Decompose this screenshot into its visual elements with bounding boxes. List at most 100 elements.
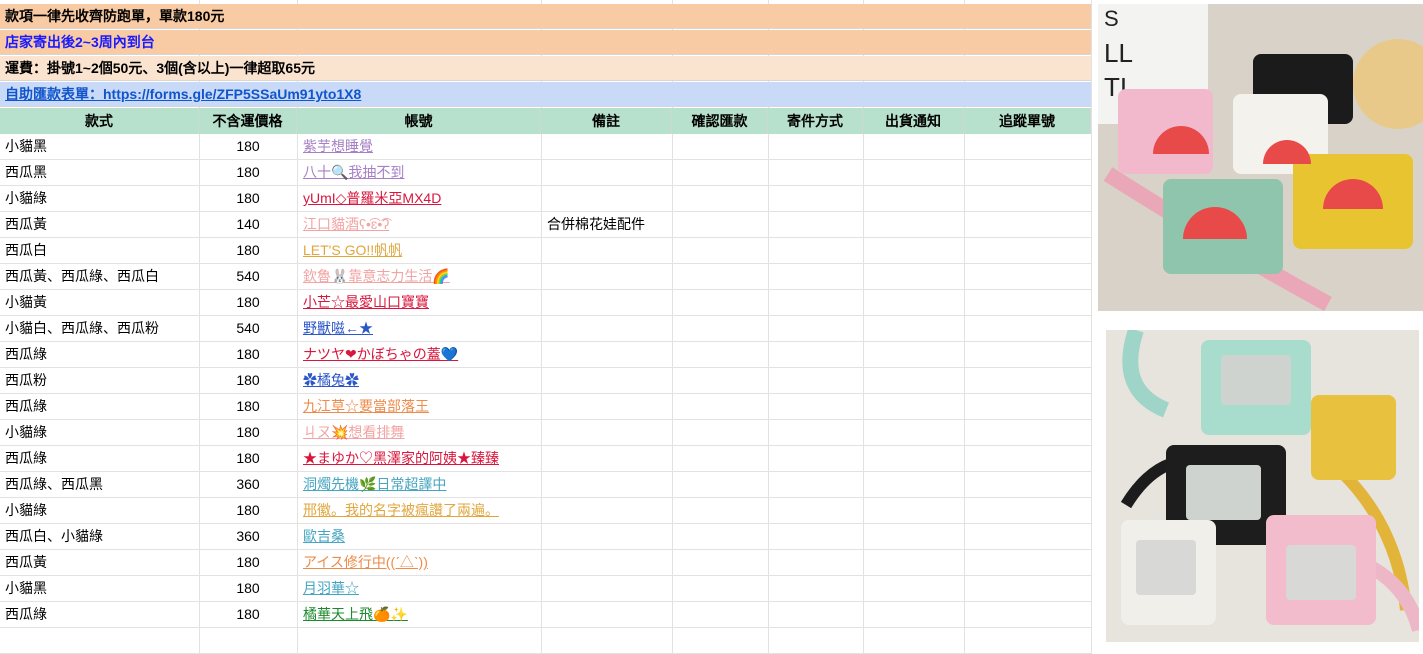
note-cell[interactable] xyxy=(541,498,672,523)
style-cell[interactable]: 小貓黑 xyxy=(0,134,199,159)
note-cell[interactable] xyxy=(541,446,672,471)
table-row: 西瓜黃、西瓜綠、西瓜白 540 欽魯🐰靠意志力生活🌈 xyxy=(0,264,1091,290)
account-cell[interactable]: ナツヤ❤かぼちゃの蓋💙 xyxy=(297,342,541,367)
price-cell[interactable]: 180 xyxy=(199,446,297,471)
table-row: 小貓白、西瓜綠、西瓜粉 540 野獸嗞←★ xyxy=(0,316,1091,342)
style-cell[interactable]: 西瓜綠 xyxy=(0,602,199,627)
style-cell[interactable]: 小貓白、西瓜綠、西瓜粉 xyxy=(0,316,199,341)
price-notice-banner[interactable]: 款項一律先收齊防跑單，單款180元 xyxy=(0,4,1091,29)
header-shipping-notice[interactable]: 出貨通知 xyxy=(863,108,964,134)
header-payment-confirmed[interactable]: 確認匯款 xyxy=(672,108,768,134)
style-cell[interactable]: 西瓜綠、西瓜黑 xyxy=(0,472,199,497)
account-cell[interactable]: yUmI◇普羅米亞MX4D xyxy=(297,186,541,211)
note-cell[interactable] xyxy=(541,524,672,549)
shipping-fee-banner[interactable]: 運費：掛號1~2個50元、3個(含以上)一律超取65元 xyxy=(0,56,1091,81)
header-tracking-number[interactable]: 追蹤單號 xyxy=(964,108,1091,134)
note-cell[interactable] xyxy=(541,602,672,627)
note-cell[interactable] xyxy=(541,576,672,601)
note-cell[interactable] xyxy=(541,394,672,419)
table-row: 小貓綠 180 ㄐㄡ💥想看排舞 xyxy=(0,420,1091,446)
account-cell[interactable]: 八十🔍我抽不到 xyxy=(297,160,541,185)
price-cell[interactable]: 180 xyxy=(199,550,297,575)
style-cell[interactable]: 西瓜黑 xyxy=(0,160,199,185)
style-cell[interactable]: 西瓜粉 xyxy=(0,368,199,393)
price-cell[interactable]: 180 xyxy=(199,290,297,315)
note-cell[interactable] xyxy=(541,342,672,367)
header-style[interactable]: 款式 xyxy=(0,108,199,134)
header-price[interactable]: 不含運價格 xyxy=(199,108,297,134)
account-cell[interactable]: ★まゆか♡黑澤家的阿姨★臻臻 xyxy=(297,446,541,471)
note-cell[interactable] xyxy=(541,186,672,211)
account-cell[interactable]: 月羽華☆ xyxy=(297,576,541,601)
account-cell[interactable]: 江口貓酒ʕ•͡ɛ•͡ʔ xyxy=(297,212,541,237)
account-cell[interactable]: アイス修行中((ˊ△ˋ)) xyxy=(297,550,541,575)
note-cell[interactable] xyxy=(541,550,672,575)
note-cell[interactable] xyxy=(541,238,672,263)
price-cell[interactable]: 360 xyxy=(199,524,297,549)
style-cell[interactable]: 西瓜白 xyxy=(0,238,199,263)
style-cell[interactable]: 小貓黑 xyxy=(0,576,199,601)
style-cell[interactable]: 西瓜黃 xyxy=(0,212,199,237)
account-cell[interactable]: 橘華天上飛🍊✨ xyxy=(297,602,541,627)
account-cell[interactable]: ㄐㄡ💥想看排舞 xyxy=(297,420,541,445)
header-note[interactable]: 備註 xyxy=(541,108,672,134)
style-cell[interactable]: 西瓜白、小貓綠 xyxy=(0,524,199,549)
note-cell[interactable] xyxy=(541,368,672,393)
price-cell[interactable]: 180 xyxy=(199,134,297,159)
note-cell[interactable] xyxy=(541,420,672,445)
style-cell[interactable]: 小貓黃 xyxy=(0,290,199,315)
note-cell[interactable] xyxy=(541,290,672,315)
price-cell[interactable]: 180 xyxy=(199,394,297,419)
account-cell[interactable]: 小芒☆最愛山口寶寶 xyxy=(297,290,541,315)
table-row: 西瓜綠、西瓜黑 360 洞燭先機🌿日常超譯中 xyxy=(0,472,1091,498)
price-cell[interactable]: 140 xyxy=(199,212,297,237)
table-row: 西瓜綠 180 ナツヤ❤かぼちゃの蓋💙 xyxy=(0,342,1091,368)
note-cell[interactable] xyxy=(541,134,672,159)
account-cell[interactable]: 洞燭先機🌿日常超譯中 xyxy=(297,472,541,497)
price-cell[interactable]: 180 xyxy=(199,576,297,601)
price-cell[interactable]: 540 xyxy=(199,316,297,341)
price-cell[interactable]: 180 xyxy=(199,420,297,445)
note-cell[interactable] xyxy=(541,316,672,341)
account-cell[interactable]: 九江草☆要當部落王 xyxy=(297,394,541,419)
note-cell[interactable] xyxy=(541,472,672,497)
table-row: 小貓綠 180 邢徽。我的名字被瘋讚了兩遍。 xyxy=(0,498,1091,524)
account-cell[interactable]: ✿橘兔✿ xyxy=(297,368,541,393)
account-cell[interactable]: 邢徽。我的名字被瘋讚了兩遍。 xyxy=(297,498,541,523)
style-cell[interactable]: 西瓜黃 xyxy=(0,550,199,575)
price-cell[interactable]: 180 xyxy=(199,602,297,627)
style-cell[interactable]: 西瓜綠 xyxy=(0,394,199,419)
price-cell[interactable]: 180 xyxy=(199,368,297,393)
note-cell[interactable] xyxy=(541,160,672,185)
price-cell[interactable]: 180 xyxy=(199,160,297,185)
price-cell[interactable]: 540 xyxy=(199,264,297,289)
price-cell[interactable]: 180 xyxy=(199,342,297,367)
account-cell[interactable]: LET'S GO!!帆帆 xyxy=(297,238,541,263)
table-row: 西瓜綠 180 橘華天上飛🍊✨ xyxy=(0,602,1091,628)
account-cell[interactable]: 紫芋想睡覺 xyxy=(297,134,541,159)
style-cell[interactable]: 小貓綠 xyxy=(0,186,199,211)
table-row: 小貓黑 180 紫芋想睡覺 xyxy=(0,134,1091,160)
payment-form-banner[interactable]: 自助匯款表單：https://forms.gle/ZFP5SSaUm91yto1… xyxy=(0,82,1091,107)
note-cell[interactable] xyxy=(541,264,672,289)
price-cell[interactable]: 180 xyxy=(199,186,297,211)
price-cell[interactable]: 360 xyxy=(199,472,297,497)
payment-form-link[interactable]: 自助匯款表單：https://forms.gle/ZFP5SSaUm91yto1… xyxy=(5,86,361,102)
payment-form-url[interactable]: https://forms.gle/ZFP5SSaUm91yto1X8 xyxy=(103,86,361,102)
account-cell[interactable]: 欽魯🐰靠意志力生活🌈 xyxy=(297,264,541,289)
style-cell[interactable]: 西瓜綠 xyxy=(0,446,199,471)
svg-text:LL: LL xyxy=(1104,38,1133,68)
price-cell[interactable]: 180 xyxy=(199,498,297,523)
payment-form-label: 自助匯款表單： xyxy=(5,86,103,102)
header-shipping-method[interactable]: 寄件方式 xyxy=(768,108,863,134)
shipping-time-banner[interactable]: 店家寄出後2~3周內到台 xyxy=(0,30,1091,55)
style-cell[interactable]: 西瓜黃、西瓜綠、西瓜白 xyxy=(0,264,199,289)
style-cell[interactable]: 小貓綠 xyxy=(0,498,199,523)
header-account[interactable]: 帳號 xyxy=(297,108,541,134)
price-cell[interactable]: 180 xyxy=(199,238,297,263)
note-cell[interactable]: 合併棉花娃配件 xyxy=(541,212,672,237)
account-cell[interactable]: 歐吉桑 xyxy=(297,524,541,549)
style-cell[interactable]: 西瓜綠 xyxy=(0,342,199,367)
account-cell[interactable]: 野獸嗞←★ xyxy=(297,316,541,341)
style-cell[interactable]: 小貓綠 xyxy=(0,420,199,445)
